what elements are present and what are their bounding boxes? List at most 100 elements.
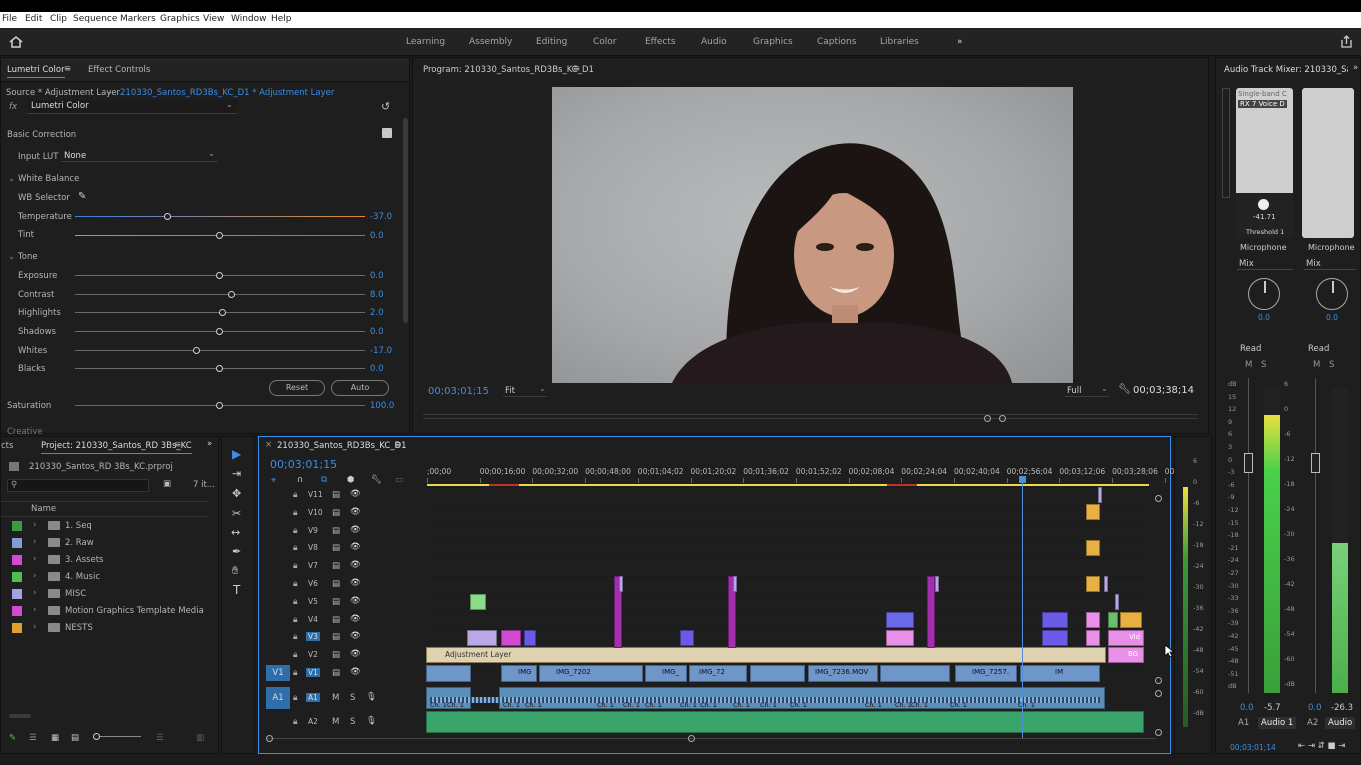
v1-clip[interactable] bbox=[426, 665, 471, 682]
tone-contrast-value[interactable]: 8.0 bbox=[370, 290, 384, 300]
track-height-handle[interactable] bbox=[1155, 729, 1162, 736]
video-frame[interactable] bbox=[552, 87, 1073, 383]
source-patch-v1[interactable]: V1 bbox=[266, 665, 290, 681]
more-workspaces-icon[interactable]: » bbox=[957, 37, 963, 47]
tone-highlights-slider[interactable] bbox=[75, 309, 365, 316]
track-lane-v4[interactable] bbox=[426, 611, 1148, 630]
slider-knob[interactable] bbox=[216, 272, 223, 279]
eye-icon[interactable]: 👁︎ bbox=[350, 542, 361, 552]
transport-controls-icon[interactable]: ⇤ ⇥ ⇵ ■ ⇥ bbox=[1298, 741, 1345, 751]
graphic-clip[interactable] bbox=[1086, 540, 1100, 556]
tone-shadows-slider[interactable] bbox=[75, 328, 365, 335]
linked-selection-icon[interactable]: ⧉ bbox=[321, 475, 327, 485]
lock-icon[interactable]: 🔒︎ bbox=[293, 668, 298, 678]
track-name-v3[interactable]: V3 bbox=[306, 632, 320, 642]
eye-icon[interactable]: 👁︎ bbox=[350, 525, 361, 535]
v1-clip[interactable] bbox=[880, 665, 950, 682]
tone-title[interactable]: Tone bbox=[18, 252, 38, 262]
ch1-mute[interactable]: M bbox=[1245, 360, 1252, 370]
bin-color-label[interactable] bbox=[12, 538, 22, 548]
lock-icon[interactable]: 🔒︎ bbox=[293, 508, 298, 518]
ch1-solo[interactable]: S bbox=[1261, 360, 1266, 370]
lock-icon[interactable]: 🔒︎ bbox=[293, 543, 298, 553]
chevron-right-icon[interactable]: › bbox=[33, 554, 36, 564]
scroll-handle-right[interactable] bbox=[688, 735, 695, 742]
tab-libraries[interactable]: Libraries bbox=[880, 37, 919, 47]
ch2-solo[interactable]: S bbox=[1329, 360, 1334, 370]
project-title[interactable]: Project: 210330_Santos_RD 3Bs_KC bbox=[41, 441, 192, 454]
lock-icon[interactable]: 🔒︎ bbox=[293, 597, 298, 607]
lock-icon[interactable]: 🔒︎ bbox=[293, 526, 298, 536]
time-ruler[interactable]: ;00;00 00;00;16;00 00;00;32;00 00;00;48;00 0… bbox=[427, 465, 1177, 485]
track-name-v7[interactable]: V7 bbox=[306, 561, 320, 570]
tab-lumetri-color[interactable]: Lumetri Color bbox=[7, 65, 65, 78]
tone-highlights-value[interactable]: 2.0 bbox=[370, 308, 384, 318]
track-lane-v6[interactable] bbox=[426, 576, 1148, 594]
lock-icon[interactable]: 🔒︎ bbox=[293, 693, 298, 703]
pen-tool-icon[interactable]: ✒ bbox=[232, 545, 241, 558]
program-timecode[interactable]: 00;03;01;15 bbox=[428, 386, 489, 397]
close-icon[interactable]: × bbox=[265, 440, 272, 450]
sync-lock-icon[interactable]: ▤ bbox=[332, 526, 340, 536]
basic-correction-checkbox[interactable] bbox=[382, 128, 392, 138]
bin-color-label[interactable] bbox=[12, 572, 22, 582]
ripple-edit-icon[interactable]: ✥ bbox=[232, 487, 241, 500]
tone-whites-slider[interactable] bbox=[75, 347, 365, 354]
temperature-slider[interactable] bbox=[75, 213, 365, 220]
settings-wrench-icon[interactable]: 🔧︎ bbox=[371, 475, 382, 485]
track-height-handle[interactable] bbox=[1155, 677, 1162, 684]
microphone-icon[interactable]: 🎙︎ bbox=[366, 716, 377, 726]
track-name-v10[interactable]: V10 bbox=[306, 508, 325, 517]
ch2-fader-track[interactable] bbox=[1311, 378, 1323, 693]
more-icon[interactable]: » bbox=[207, 439, 212, 449]
input-lut-select[interactable]: None ⌄ bbox=[61, 149, 218, 162]
eye-icon[interactable]: 👁︎ bbox=[350, 507, 361, 517]
zoom-slider[interactable] bbox=[93, 733, 141, 740]
sync-lock-icon[interactable]: ▤ bbox=[332, 561, 340, 571]
graphic-clip[interactable] bbox=[501, 630, 521, 646]
tone-contrast-slider[interactable] bbox=[75, 291, 365, 298]
solo-button[interactable]: S bbox=[350, 717, 355, 727]
razor-tool-icon[interactable]: ✂ bbox=[232, 507, 241, 520]
track-name-v8[interactable]: V8 bbox=[306, 543, 320, 552]
ch2-pan-value[interactable]: 0.0 bbox=[1326, 313, 1338, 322]
marker-clip[interactable] bbox=[733, 576, 737, 592]
mixer-timecode[interactable]: 00;03;01;14 bbox=[1230, 743, 1276, 752]
pencil-icon[interactable]: ✎ bbox=[9, 733, 16, 743]
slider-knob[interactable] bbox=[216, 328, 223, 335]
slider-knob[interactable] bbox=[192, 347, 200, 354]
source-patch-a1[interactable]: A1 bbox=[266, 687, 290, 709]
chevron-right-icon[interactable]: › bbox=[33, 520, 36, 530]
tab-color[interactable]: Color bbox=[593, 37, 617, 47]
graphic-clip[interactable] bbox=[1108, 647, 1144, 663]
tone-exposure-value[interactable]: 0.0 bbox=[370, 271, 384, 281]
fit-select[interactable]: Fit ⌄ bbox=[503, 384, 547, 397]
add-marker-icon[interactable]: ⬢ bbox=[347, 475, 354, 485]
graphic-clip[interactable] bbox=[1086, 504, 1100, 520]
track-name-a2[interactable]: A2 bbox=[306, 717, 320, 726]
lock-icon[interactable]: 🔒︎ bbox=[293, 561, 298, 571]
bin-3[interactable]: 4. Music bbox=[65, 572, 100, 582]
resolution-select[interactable]: Full ⌄ bbox=[1065, 384, 1109, 397]
track-name-v9[interactable]: V9 bbox=[306, 526, 320, 535]
tint-value[interactable]: 0.0 bbox=[370, 231, 384, 241]
adjustment-layer-clip[interactable]: Adjustment Layer bbox=[426, 647, 1106, 663]
slider-knob[interactable] bbox=[216, 365, 223, 372]
ch1-pan-knob[interactable] bbox=[1248, 278, 1280, 310]
chevron-down-icon[interactable]: ⌄ bbox=[8, 174, 15, 184]
graphic-clip[interactable] bbox=[1042, 612, 1068, 628]
eye-icon[interactable]: 👁︎ bbox=[350, 631, 361, 641]
graphic-clip[interactable] bbox=[467, 630, 497, 646]
panel-menu-icon[interactable]: ≡ bbox=[394, 440, 401, 450]
bin-0[interactable]: 1. Seq bbox=[65, 521, 92, 531]
chevron-right-icon[interactable]: › bbox=[33, 537, 36, 547]
effects-rack-ch1[interactable]: Single-band C RX 7 Voice D -41.71 Thresh… bbox=[1236, 88, 1293, 238]
graphic-clip[interactable] bbox=[1120, 612, 1142, 628]
tone-shadows-value[interactable]: 0.0 bbox=[370, 327, 384, 337]
music-clip[interactable] bbox=[426, 711, 1144, 733]
nest-icon[interactable]: ⚹ bbox=[271, 475, 276, 485]
tab-learning[interactable]: Learning bbox=[406, 37, 445, 47]
program-scrubber[interactable] bbox=[423, 405, 1198, 415]
lock-icon[interactable]: 🔒︎ bbox=[293, 615, 298, 625]
new-bin-icon[interactable]: ▣ bbox=[163, 479, 171, 489]
